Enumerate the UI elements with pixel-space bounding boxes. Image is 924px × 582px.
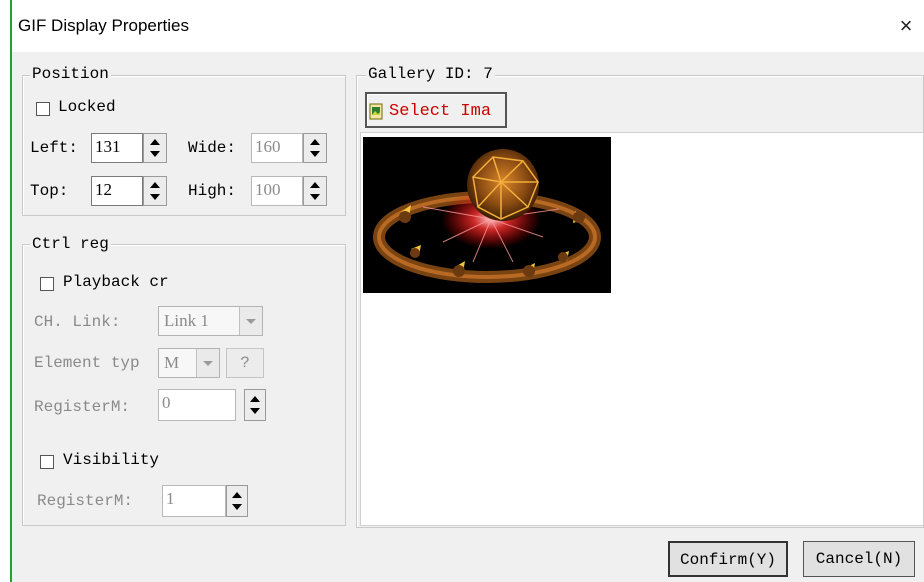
left-input[interactable]: 131 — [91, 133, 143, 163]
register-m-label: RegisterM: — [34, 398, 131, 416]
high-spinner[interactable] — [303, 176, 327, 206]
playback-label: Playback cr — [63, 273, 169, 291]
gif-preview-image — [363, 137, 611, 293]
register-m-input[interactable]: 0 — [158, 389, 236, 421]
left-spinner[interactable] — [143, 133, 167, 163]
chevron-down-icon — [203, 361, 213, 366]
visibility-label: Visibility — [63, 451, 160, 469]
confirm-button[interactable]: Confirm(Y) — [668, 541, 788, 577]
register-m-spinner[interactable] — [244, 389, 266, 421]
select-image-label: Select Ima — [389, 102, 492, 121]
spin-down-icon — [232, 504, 242, 510]
high-label: High: — [188, 182, 237, 200]
high-value: 100 — [255, 180, 281, 199]
register-m2-input[interactable]: 1 — [162, 485, 226, 517]
spin-down-icon — [150, 194, 160, 200]
wide-value: 160 — [255, 137, 281, 156]
wide-label: Wide: — [188, 139, 237, 157]
wide-input[interactable]: 160 — [251, 133, 303, 163]
element-type-select[interactable]: M — [158, 348, 220, 378]
visibility-checkbox[interactable] — [40, 455, 54, 469]
spin-up-icon — [150, 139, 160, 145]
window-title: GIF Display Properties — [18, 16, 189, 35]
register-m2-value: 1 — [166, 489, 175, 508]
spin-down-icon — [250, 408, 260, 414]
left-window-edge — [0, 0, 10, 582]
wide-spinner[interactable] — [303, 133, 327, 163]
top-input[interactable]: 12 — [91, 176, 143, 206]
register-m-value: 0 — [162, 393, 171, 412]
playback-checkbox[interactable] — [40, 277, 54, 291]
chevron-down-icon — [246, 319, 256, 324]
ctrl-reg-legend: Ctrl reg — [30, 235, 111, 253]
ch-link-value: Link 1 — [164, 311, 209, 330]
spin-up-icon — [232, 492, 242, 498]
ch-link-label: CH. Link: — [34, 313, 121, 331]
spin-up-icon — [310, 139, 320, 145]
element-type-dropdown[interactable] — [196, 349, 219, 377]
top-label: Top: — [30, 182, 69, 200]
image-file-icon — [369, 103, 383, 120]
ch-link-select[interactable]: Link 1 — [158, 306, 263, 336]
select-image-button[interactable]: Select Ima — [365, 92, 507, 128]
top-value: 12 — [95, 180, 112, 199]
close-icon[interactable]: × — [894, 12, 918, 40]
locked-checkbox[interactable] — [36, 102, 50, 116]
ch-link-dropdown[interactable] — [239, 307, 262, 335]
help-button[interactable]: ? — [226, 348, 264, 378]
locked-label: Locked — [58, 98, 116, 116]
spin-up-icon — [310, 182, 320, 188]
element-type-value: M — [164, 353, 180, 372]
left-label: Left: — [30, 139, 79, 157]
spin-up-icon — [250, 396, 260, 402]
spin-down-icon — [310, 151, 320, 157]
top-spinner[interactable] — [143, 176, 167, 206]
gallery-legend: Gallery ID: 7 — [366, 65, 495, 83]
cancel-button[interactable]: Cancel(N) — [803, 541, 915, 577]
spin-up-icon — [150, 182, 160, 188]
register-m2-label: RegisterM: — [37, 492, 134, 510]
element-type-label: Element typ — [34, 354, 140, 372]
left-accent-line — [10, 0, 12, 582]
register-m2-spinner[interactable] — [226, 485, 248, 517]
spin-down-icon — [150, 151, 160, 157]
high-input[interactable]: 100 — [251, 176, 303, 206]
spin-down-icon — [310, 194, 320, 200]
left-value: 131 — [95, 137, 121, 156]
position-legend: Position — [30, 65, 111, 83]
